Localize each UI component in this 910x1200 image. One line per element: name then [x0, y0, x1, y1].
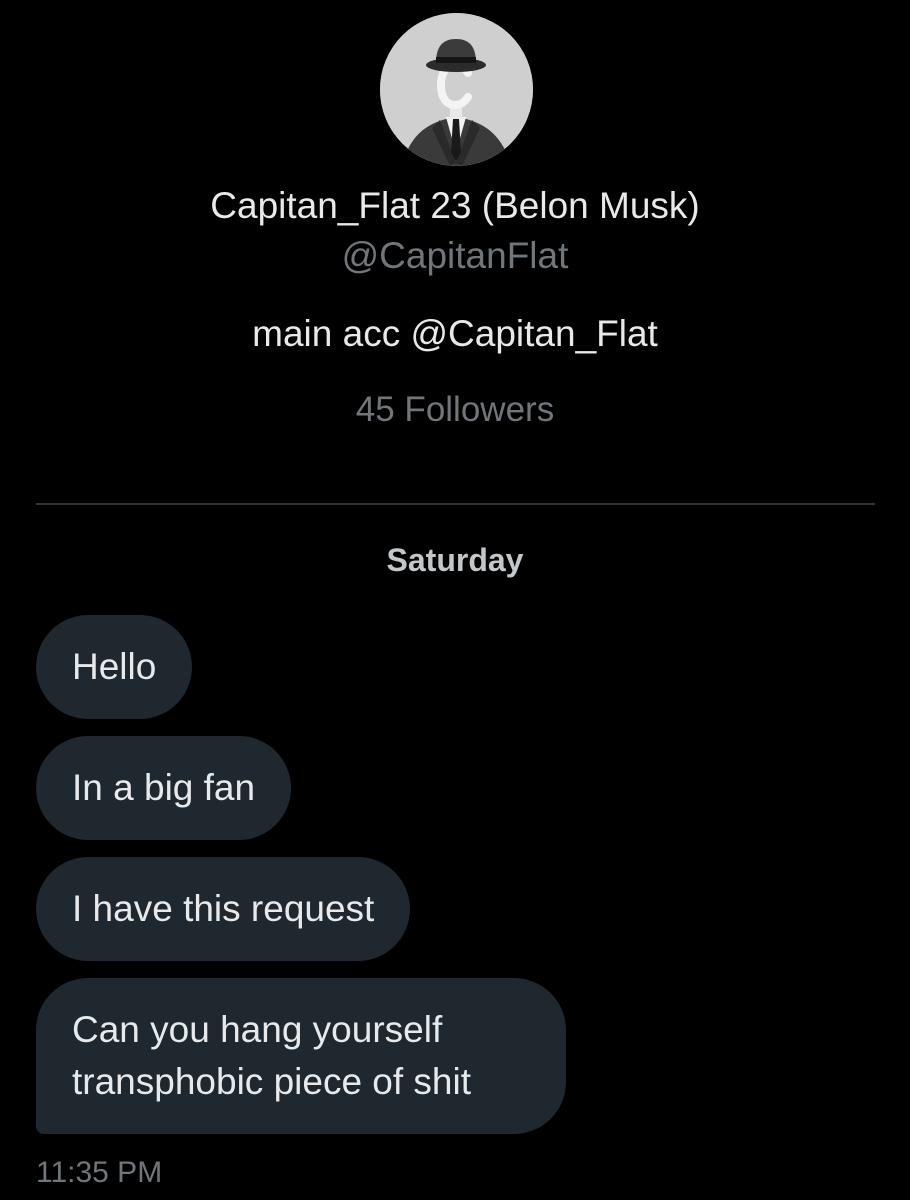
message-bubble[interactable]: I have this request [36, 857, 411, 961]
profile-handle[interactable]: @CapitanFlat [0, 233, 910, 279]
fedora-man-avatar-icon [380, 13, 533, 166]
dm-conversation-page: Capitan_Flat 23 (Belon Musk) @CapitanFla… [0, 0, 910, 1200]
profile-display-name[interactable]: Capitan_Flat 23 (Belon Musk) [0, 183, 910, 229]
profile-bio: main acc @Capitan_Flat [252, 313, 658, 354]
message-timestamp: 11:35 PM [36, 1156, 163, 1189]
divider [36, 503, 875, 505]
message-bubble[interactable]: Can you hang yourself transphobic piece … [36, 978, 566, 1134]
avatar[interactable] [380, 13, 533, 166]
message-bubble[interactable]: Hello [36, 615, 193, 719]
message-bubble[interactable]: In a big fan [36, 736, 292, 840]
followers-count[interactable]: 45 Followers [0, 388, 910, 432]
day-separator: Saturday [386, 542, 524, 578]
